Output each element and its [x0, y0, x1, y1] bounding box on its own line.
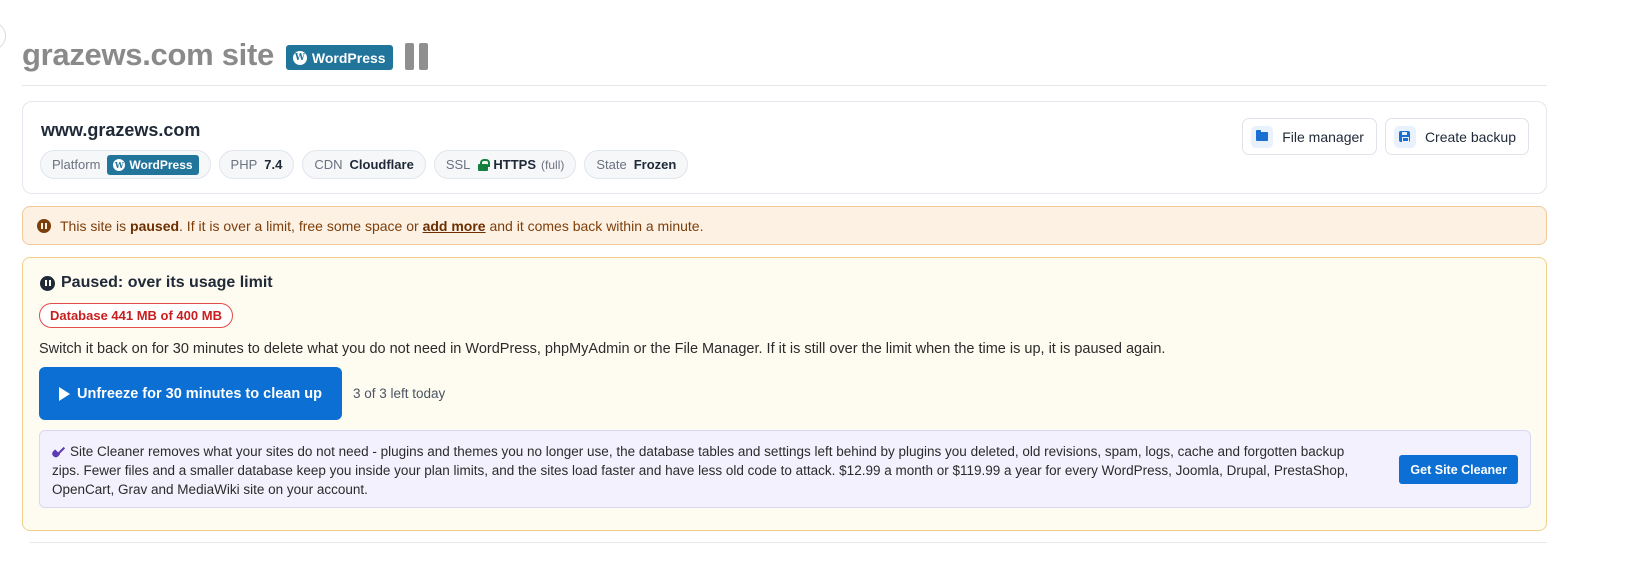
cdn-chip: CDN Cloudflare	[302, 150, 426, 179]
site-domain: www.grazews.com	[41, 120, 201, 140]
pause-circle-icon	[40, 275, 55, 291]
add-more-link[interactable]: add more	[423, 218, 486, 234]
platform-chip-value: WordPress	[129, 157, 193, 172]
site-summary-card: www.grazews.com Platform W WordPress PHP…	[22, 101, 1547, 194]
site-cleaner-text: Site Cleaner removes what your sites do …	[52, 442, 1362, 499]
platform-chip: Platform W WordPress	[40, 150, 211, 179]
broom-icon	[52, 445, 66, 457]
cdn-chip-value: Cloudflare	[349, 157, 414, 172]
notice-paused-word: paused	[130, 217, 180, 234]
page-header: grazews.com site W WordPress	[22, 34, 1547, 86]
usage-badge: Database 441 MB of 400 MB	[39, 303, 233, 328]
platform-badge-label: WordPress	[311, 49, 386, 66]
php-chip-label: PHP	[230, 157, 258, 172]
platform-badge: W WordPress	[285, 45, 393, 70]
ssl-chip-mode: (full)	[541, 157, 565, 172]
usage-limit-title: Paused: over its usage limit	[40, 274, 273, 292]
state-chip-value: Frozen	[633, 157, 677, 172]
section-divider	[30, 542, 1547, 543]
state-chip: State Frozen	[584, 150, 689, 179]
notice-text-after: and it comes back within a minute.	[489, 217, 704, 234]
folder-icon	[1251, 125, 1274, 148]
platform-chip-badge: W WordPress	[107, 154, 199, 175]
ssl-chip-value: HTTPS	[493, 157, 537, 172]
ssl-chip: SSL HTTPS (full)	[433, 150, 577, 179]
unfreeze-button-label: Unfreeze for 30 minutes to clean up	[77, 385, 322, 402]
wordpress-logo-icon: W	[292, 50, 307, 65]
platform-chip-label: Platform	[52, 157, 101, 172]
php-chip-value: 7.4	[264, 157, 283, 172]
play-icon	[59, 386, 71, 401]
site-info-chips: Platform W WordPress PHP 7.4 CDN Cloudfl…	[40, 150, 689, 179]
paused-notice: This site is paused. If it is over a lim…	[22, 206, 1547, 245]
site-actions: File manager Create backup	[1242, 118, 1529, 155]
state-chip-label: State	[596, 157, 627, 172]
file-manager-label: File manager	[1282, 128, 1364, 145]
wordpress-logo-icon: W	[113, 158, 126, 171]
file-manager-button[interactable]: File manager	[1242, 118, 1377, 155]
create-backup-label: Create backup	[1424, 128, 1516, 145]
unfreeze-remaining: 3 of 3 left today	[353, 386, 446, 401]
collapse-handle[interactable]	[0, 22, 6, 50]
paused-status-icon	[404, 43, 428, 70]
site-cleaner-description: Site Cleaner removes what your sites do …	[52, 444, 1349, 497]
create-backup-button[interactable]: Create backup	[1384, 118, 1529, 155]
ssl-chip-label: SSL	[445, 157, 471, 172]
usage-limit-title-text: Paused: over its usage limit	[61, 274, 273, 291]
usage-limit-panel: Paused: over its usage limit Database 44…	[22, 257, 1547, 531]
php-chip: PHP 7.4	[218, 150, 295, 179]
pause-circle-icon	[37, 218, 51, 233]
page-title: grazews.com site	[22, 37, 274, 72]
usage-limit-description: Switch it back on for 30 minutes to dele…	[39, 341, 1166, 357]
notice-text-middle: . If it is over a limit, free some space…	[179, 217, 419, 234]
cdn-chip-label: CDN	[314, 157, 343, 172]
site-cleaner-promo: Site Cleaner removes what your sites do …	[39, 430, 1531, 508]
lock-icon	[478, 158, 491, 171]
unfreeze-button[interactable]: Unfreeze for 30 minutes to clean up	[39, 367, 342, 420]
get-site-cleaner-button[interactable]: Get Site Cleaner	[1399, 455, 1518, 484]
notice-text-before: This site is	[60, 217, 127, 234]
save-icon	[1393, 125, 1416, 148]
